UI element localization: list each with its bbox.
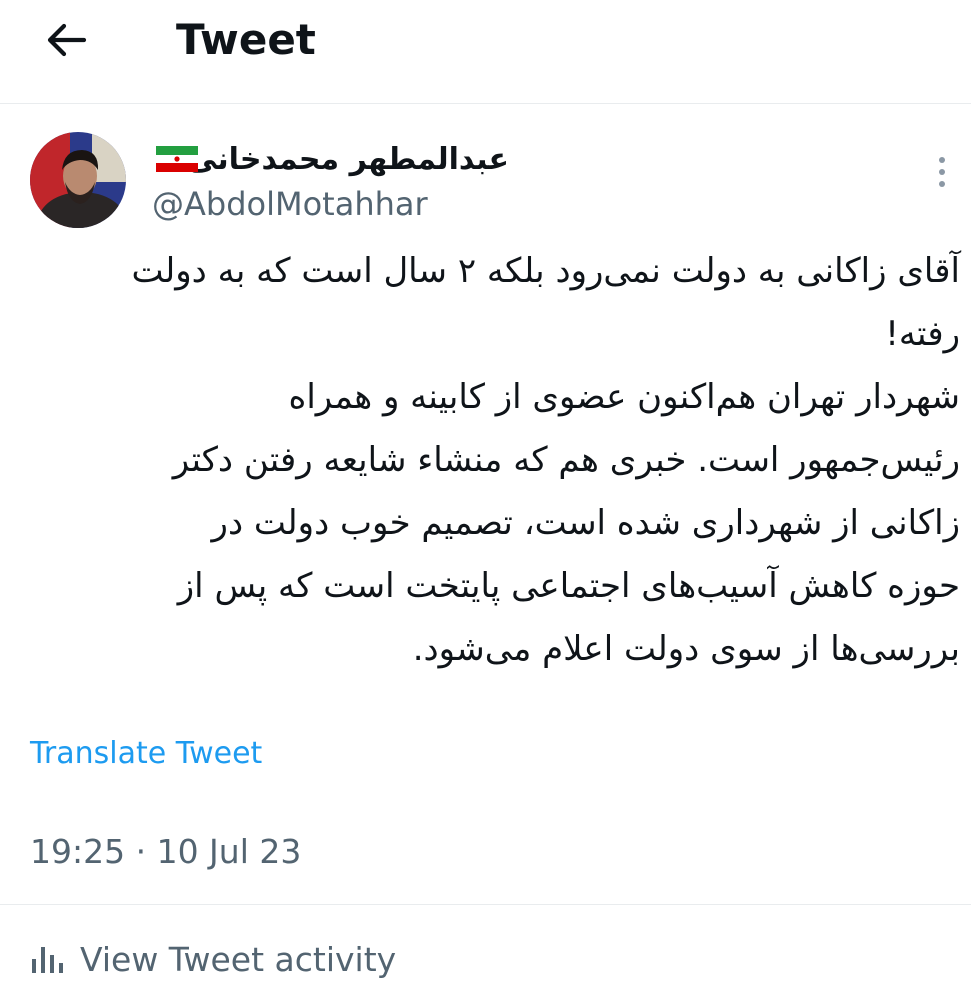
section-divider [0, 904, 971, 905]
tweet-text: آقای زاکانی به دولت نمی‌رود بلکه ۲ سال ا… [30, 240, 960, 681]
tweet-line: بررسی‌ها از سوی دولت اعلام می‌شود. [412, 629, 960, 669]
back-button[interactable] [42, 18, 90, 62]
header-divider [0, 103, 971, 104]
iran-flag-icon [156, 146, 198, 172]
more-options-button[interactable] [928, 152, 956, 196]
avatar-image [30, 132, 126, 228]
header-bar: Tweet [0, 0, 971, 96]
tweet-line: رفته! [885, 314, 960, 354]
author-handle[interactable]: @AbdolMotahhar [152, 182, 428, 226]
tweet-line: زاکانی از شهرداری شده است، تصمیم خوب دول… [211, 503, 960, 543]
translate-tweet-link[interactable]: Translate Tweet [30, 734, 262, 774]
tweet-line: آقای زاکانی به دولت نمی‌رود بلکه ۲ سال ا… [131, 251, 960, 291]
page-title: Tweet [176, 15, 316, 64]
view-tweet-activity-label: View Tweet activity [80, 940, 397, 979]
tweet-line: رئیس‌جمهور است. خبری هم که منشاء شایعه ر… [172, 440, 960, 480]
tweet-timestamp[interactable]: 19:25 · 10 Jul 23 [30, 830, 301, 874]
analytics-bars-icon [32, 947, 63, 973]
view-tweet-activity-button[interactable]: View Tweet activity [30, 936, 396, 984]
back-arrow-icon [47, 23, 87, 57]
tweet-line: شهردار تهران هم‌اکنون عضوی از کابینه و ه… [288, 377, 960, 417]
avatar[interactable] [30, 132, 126, 228]
more-vertical-icon [939, 157, 945, 187]
author-display-name[interactable]: عبدالمطهر محمدخانی [187, 140, 509, 180]
tweet-line: حوزه کاهش آسیب‌های اجتماعی پایتخت است که… [177, 566, 960, 606]
